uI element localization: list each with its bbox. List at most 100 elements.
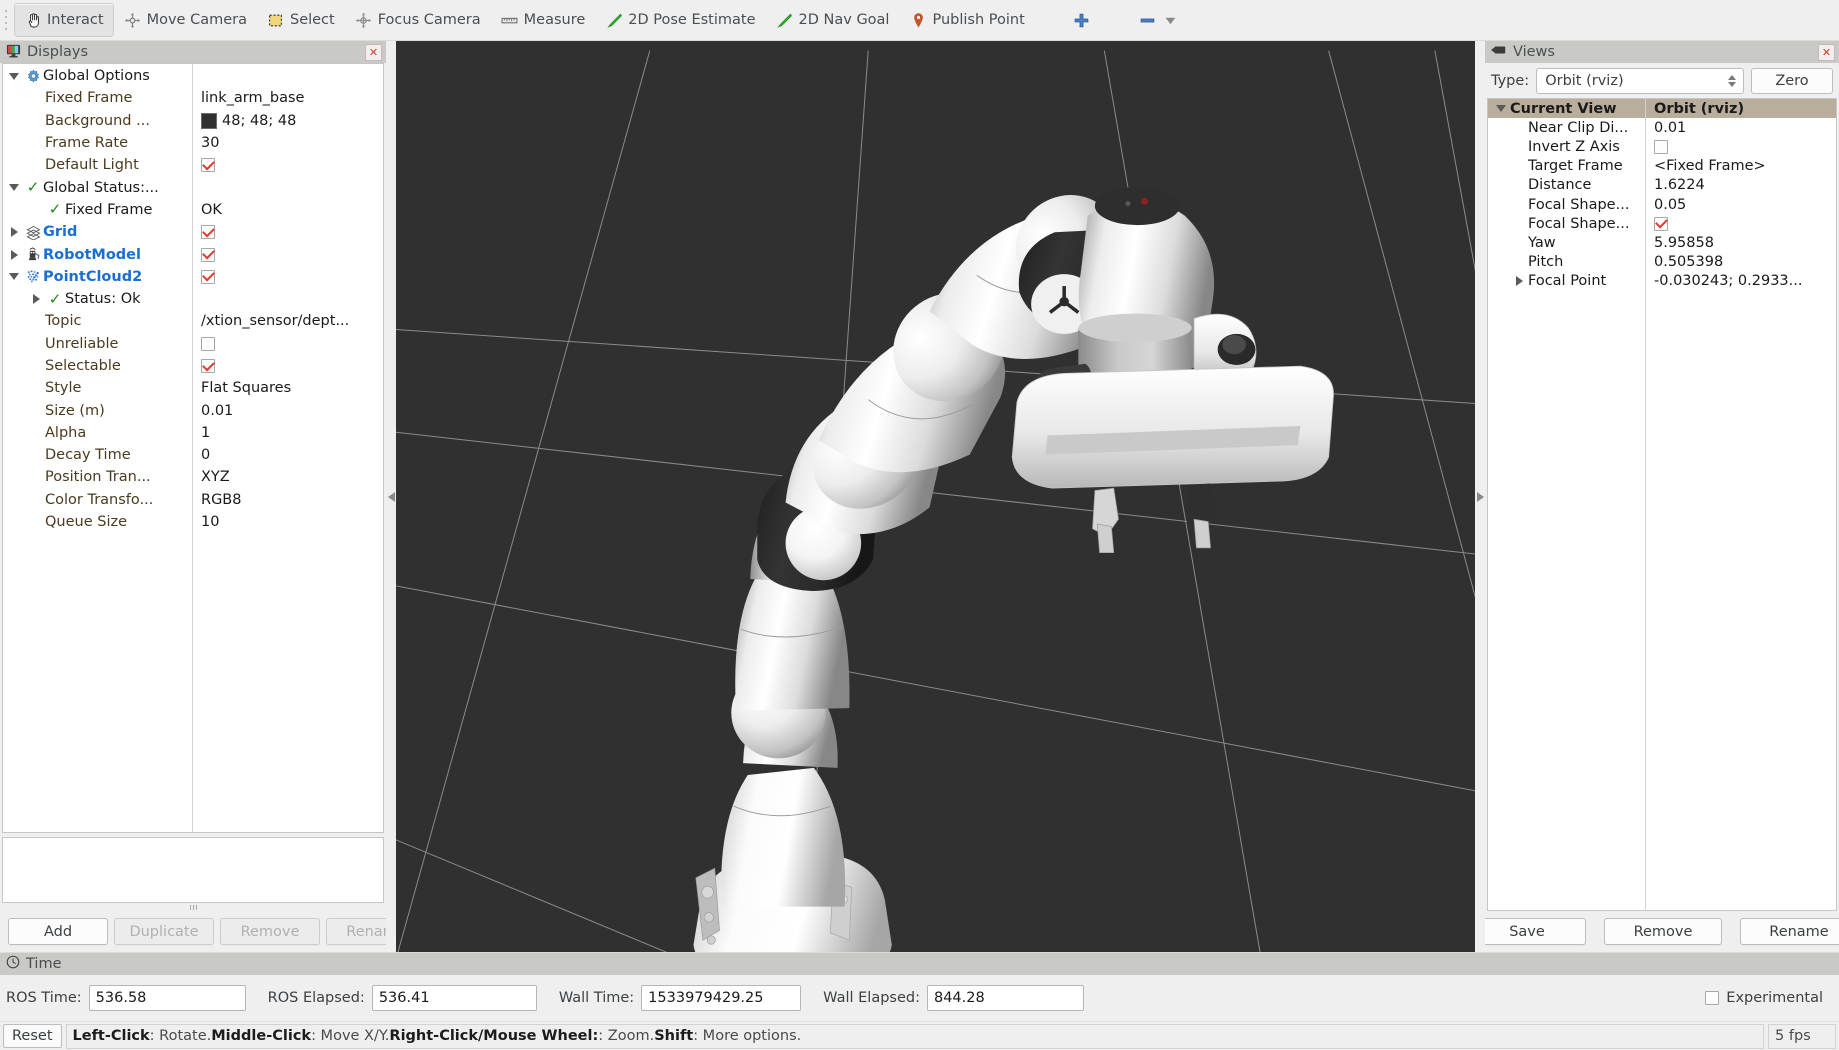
display-row-value-cell[interactable]: /xtion_sensor/dept... — [192, 313, 383, 329]
display-row-fixed-frame[interactable]: Fixed Frame link_arm_base — [3, 87, 383, 109]
display-row-value-cell[interactable]: RGB8 — [192, 492, 383, 508]
view-row-checkbox[interactable] — [1654, 139, 1668, 154]
time-field-input[interactable]: 536.58 — [88, 985, 246, 1011]
view-row-checkbox[interactable] — [1654, 216, 1668, 231]
display-row-checkbox[interactable] — [201, 225, 215, 240]
displays-splitter[interactable] — [0, 903, 386, 911]
view-type-select[interactable]: Orbit (rviz) — [1536, 68, 1744, 94]
display-row-checkbox[interactable] — [201, 359, 215, 373]
display-row-background[interactable]: Background ... 48; 48; 48 — [3, 110, 383, 132]
display-row-value-cell[interactable]: 1 — [192, 425, 383, 441]
display-row-global-status[interactable]: ✓ Global Status:... — [3, 176, 383, 198]
rename-view-button[interactable]: Rename — [1740, 918, 1839, 945]
view-row-near-clip-di[interactable]: Near Clip Di... 0.01 — [1488, 118, 1836, 137]
display-row-topic[interactable]: Topic/xtion_sensor/dept... — [3, 310, 383, 332]
display-row-value-cell[interactable]: 0.01 — [192, 403, 383, 419]
display-row-value-cell[interactable]: link_arm_base — [192, 90, 383, 106]
display-row-value-cell[interactable]: 30 — [192, 135, 383, 151]
views-column-separator[interactable] — [1645, 99, 1646, 910]
tool-move-camera[interactable]: Move Camera — [114, 3, 257, 37]
display-row-fixed-frame[interactable]: ✓ Fixed Frame OK — [3, 199, 383, 221]
display-row-value-cell[interactable] — [192, 247, 383, 262]
display-row-value-cell[interactable]: OK — [192, 202, 383, 218]
twisty-expanded-icon[interactable] — [5, 184, 23, 192]
view-row-target-frame[interactable]: Target Frame <Fixed Frame> — [1488, 157, 1836, 176]
tool-interact[interactable]: Interact — [14, 3, 114, 37]
view-row-value-cell[interactable]: 0.01 — [1645, 120, 1836, 136]
tool-2d-nav-goal[interactable]: 2D Nav Goal — [766, 3, 900, 37]
display-row-unreliable[interactable]: Unreliable — [3, 333, 383, 355]
view-row-focal-point[interactable]: Focal Point -0.030243; 0.2933... — [1488, 272, 1836, 291]
display-row-value-cell[interactable]: 0 — [192, 447, 383, 463]
experimental-toggle[interactable]: Experimental — [1705, 990, 1833, 1006]
views-tree[interactable]: Current View Orbit (rviz) Near Clip Di... 0… — [1487, 98, 1837, 911]
view-row-focal-shape[interactable]: Focal Shape... 0.05 — [1488, 195, 1836, 214]
left-splitter-handle[interactable] — [386, 41, 396, 952]
time-field-input[interactable]: 1533979429.25 — [641, 985, 802, 1011]
display-row-checkbox[interactable] — [201, 158, 215, 173]
close-icon[interactable]: ✕ — [1818, 43, 1835, 61]
display-row-size-m[interactable]: Size (m) 0.01 — [3, 399, 383, 421]
tool-publish-point[interactable]: Publish Point — [899, 3, 1034, 37]
display-row-checkbox[interactable] — [201, 336, 215, 351]
display-row-alpha[interactable]: Alpha 1 — [3, 422, 383, 444]
tool-measure[interactable]: Measure — [491, 3, 596, 37]
twisty-expanded-icon[interactable] — [1492, 105, 1510, 113]
toolbar-drag-handle[interactable] — [4, 7, 11, 33]
tool-select[interactable]: Select — [257, 3, 345, 37]
remove-view-button[interactable]: Remove — [1604, 918, 1722, 945]
display-row-value-cell[interactable] — [192, 359, 383, 373]
save-view-button[interactable]: Save — [1468, 918, 1586, 945]
twisty-collapsed-icon[interactable] — [5, 227, 23, 238]
right-splitter-handle[interactable] — [1475, 41, 1485, 952]
display-row-checkbox[interactable] — [201, 269, 215, 284]
twisty-expanded-icon[interactable] — [5, 273, 23, 281]
close-icon[interactable]: ✕ — [365, 43, 382, 61]
twisty-collapsed-icon[interactable] — [1510, 276, 1528, 287]
display-row-value-cell[interactable]: XYZ — [192, 469, 383, 485]
twisty-collapsed-icon[interactable] — [5, 249, 23, 260]
view-row-value-cell[interactable]: -0.030243; 0.2933... — [1645, 273, 1836, 289]
3d-viewport[interactable] — [396, 41, 1475, 952]
view-row-value-cell[interactable] — [1645, 139, 1836, 154]
view-row-value-cell[interactable]: 0.505398 — [1645, 254, 1836, 270]
display-row-value-cell[interactable] — [192, 225, 383, 240]
displays-tree[interactable]: Global Options Fixed Frame link_arm_base Ba… — [2, 63, 384, 833]
add-tool-button[interactable] — [1063, 3, 1101, 37]
display-row-value-cell[interactable] — [192, 336, 383, 351]
view-row-focal-shape[interactable]: Focal Shape... — [1488, 214, 1836, 233]
view-row-value-cell[interactable]: 1.6224 — [1645, 177, 1836, 193]
reset-button[interactable]: Reset — [3, 1024, 62, 1048]
tool-focus-camera[interactable]: Focus Camera — [345, 3, 491, 37]
view-row-value-cell[interactable]: 5.95858 — [1645, 235, 1836, 251]
view-row-invert-z-axis[interactable]: Invert Z Axis — [1488, 137, 1836, 156]
display-row-color-transfo[interactable]: Color Transfo... RGB8 — [3, 489, 383, 511]
display-row-position-tran[interactable]: Position Tran... XYZ — [3, 466, 383, 488]
display-row-global-options[interactable]: Global Options — [3, 65, 383, 87]
view-row-current-view[interactable]: Current View Orbit (rviz) — [1488, 99, 1836, 119]
view-row-value-cell[interactable]: 0.05 — [1645, 197, 1836, 213]
display-row-style[interactable]: Style Flat Squares — [3, 377, 383, 399]
display-row-default-light[interactable]: Default Light — [3, 154, 383, 176]
display-row-value-cell[interactable] — [192, 269, 383, 284]
add-display-button[interactable]: Add — [8, 918, 108, 945]
display-row-decay-time[interactable]: Decay Time 0 — [3, 444, 383, 466]
experimental-checkbox[interactable] — [1705, 991, 1720, 1005]
display-row-queue-size[interactable]: Queue Size 10 — [3, 511, 383, 533]
color-swatch[interactable] — [201, 112, 217, 129]
view-row-value-cell[interactable]: Orbit (rviz) — [1645, 101, 1836, 117]
display-row-checkbox[interactable] — [201, 247, 215, 262]
view-row-pitch[interactable]: Pitch 0.505398 — [1488, 253, 1836, 272]
view-row-value-cell[interactable] — [1645, 216, 1836, 231]
display-row-selectable[interactable]: Selectable — [3, 355, 383, 377]
time-field-input[interactable]: 844.28 — [926, 985, 1084, 1011]
display-row-value-cell[interactable]: 48; 48; 48 — [192, 112, 383, 129]
view-row-yaw[interactable]: Yaw 5.95858 — [1488, 233, 1836, 252]
zero-button[interactable]: Zero — [1751, 68, 1833, 94]
display-row-value-cell[interactable]: Flat Squares — [192, 380, 383, 396]
display-row-robotmodel[interactable]: RobotModel — [3, 243, 383, 265]
display-row-value-cell[interactable]: 10 — [192, 514, 383, 530]
twisty-collapsed-icon[interactable] — [27, 294, 45, 305]
time-field-input[interactable]: 536.41 — [371, 985, 537, 1011]
display-row-grid[interactable]: Grid — [3, 221, 383, 243]
